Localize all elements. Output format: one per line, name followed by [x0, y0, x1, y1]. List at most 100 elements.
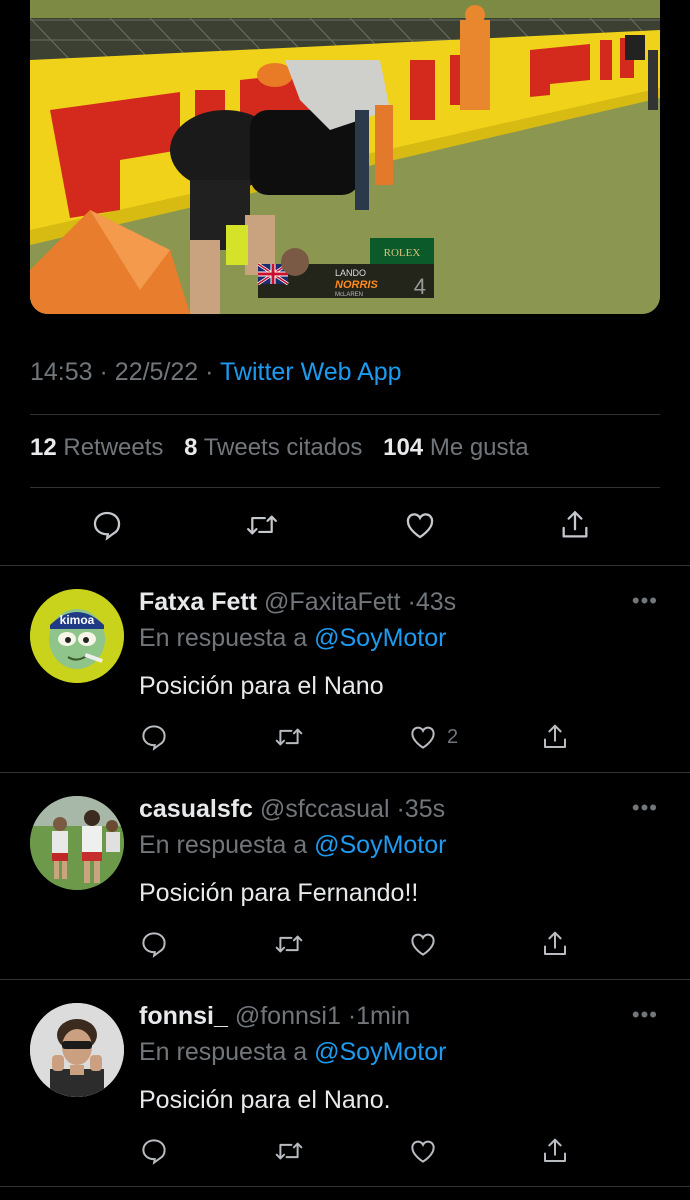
reply-icon: [142, 932, 166, 958]
reply-author-name[interactable]: fonnsi_: [139, 1002, 228, 1030]
tweet-time: 14:53: [30, 358, 93, 386]
avatar[interactable]: [30, 796, 124, 890]
retweet-icon: [275, 1142, 303, 1160]
meta-separator: ·: [396, 795, 405, 823]
heart-icon: [411, 1140, 435, 1163]
reply-button[interactable]: [139, 1133, 169, 1169]
meta-separator: ·: [205, 358, 220, 386]
share-icon: [544, 931, 566, 955]
share-icon: [544, 1138, 566, 1162]
retweet-icon: [275, 935, 303, 953]
more-options-icon[interactable]: •••: [632, 588, 658, 614]
reply-text: Posición para el Nano.: [139, 1086, 391, 1114]
reply-icon: [93, 511, 121, 541]
like-button[interactable]: [407, 926, 439, 962]
share-icon: [544, 724, 566, 748]
driver-team: McLAREN: [335, 292, 363, 298]
divider: [30, 414, 660, 415]
reply-header: fonnsi_ @fonnsi1 ·1min: [139, 1002, 410, 1031]
divider: [0, 1186, 690, 1187]
tweet-media-image[interactable]: ROLEX LANDO NORRIS McLAREN 4: [30, 0, 660, 314]
replying-to: En respuesta a @SoyMotor: [139, 624, 447, 653]
rolex-text: ROLEX: [384, 247, 421, 259]
reply-actions: [139, 926, 579, 962]
reply-author-handle[interactable]: @fonnsi1: [235, 1002, 341, 1030]
likes-stat[interactable]: 104 Me gusta: [383, 434, 528, 461]
avatar-football-photo: [30, 796, 124, 890]
quotes-stat[interactable]: 8 Tweets citados: [184, 434, 376, 461]
more-options-icon[interactable]: •••: [632, 1002, 658, 1028]
reply-time: 43s: [415, 588, 457, 616]
tweet-actions: [30, 508, 660, 552]
share-icon: [562, 511, 588, 538]
meta-separator: ·: [407, 588, 416, 616]
reply-author-handle[interactable]: @sfccasual: [260, 795, 390, 823]
share-button[interactable]: [540, 1133, 570, 1169]
retweets-stat[interactable]: 12 Retweets: [30, 434, 177, 461]
retweet-button[interactable]: [244, 508, 288, 552]
reply-tweet[interactable]: fonnsi_ @fonnsi1 ·1min ••• En respuesta …: [0, 986, 690, 1186]
divider: [30, 487, 660, 488]
reply-icon: [142, 1139, 166, 1165]
more-options-icon[interactable]: •••: [632, 795, 658, 821]
tweet-source-link[interactable]: Twitter Web App: [220, 358, 402, 386]
reply-tweet[interactable]: casualsfc @sfccasual ·35s ••• En respues…: [0, 779, 690, 979]
share-button[interactable]: [558, 508, 602, 552]
replying-to-label: En respuesta a: [139, 624, 308, 652]
tweet-date: 22/5/22: [114, 358, 199, 386]
replying-to-mention[interactable]: @SoyMotor: [314, 831, 446, 859]
replying-to: En respuesta a @SoyMotor: [139, 1038, 447, 1067]
share-button[interactable]: [540, 926, 570, 962]
retweet-button[interactable]: [273, 719, 305, 755]
divider: [0, 772, 690, 773]
reply-text: Posición para el Nano: [139, 672, 384, 700]
reply-button[interactable]: [139, 719, 169, 755]
avatar-cap-text: kimoa: [60, 613, 95, 627]
retweet-icon: [247, 515, 277, 535]
retweet-button[interactable]: [273, 926, 305, 962]
like-button[interactable]: [407, 1133, 439, 1169]
reply-time: 1min: [356, 1002, 411, 1030]
retweet-button[interactable]: [273, 1133, 305, 1169]
like-button[interactable]: 2: [407, 719, 458, 755]
avatar[interactable]: [30, 1003, 124, 1097]
reply-button[interactable]: [90, 508, 134, 552]
reply-tweet[interactable]: kimoa Fatxa Fett @FaxitaFett ·43s ••• En…: [0, 572, 690, 772]
reply-icon: [142, 725, 166, 751]
reply-actions: 2: [139, 719, 579, 755]
divider: [0, 565, 690, 566]
like-button[interactable]: [402, 508, 446, 552]
reply-time: 35s: [404, 795, 446, 823]
reply-actions: [139, 1133, 579, 1169]
reply-header: casualsfc @sfccasual ·35s: [139, 795, 445, 824]
reply-author-name[interactable]: Fatxa Fett: [139, 588, 257, 616]
avatar-person-photo: [30, 1003, 124, 1097]
reply-header: Fatxa Fett @FaxitaFett ·43s: [139, 588, 456, 617]
media-illustration: ROLEX LANDO NORRIS McLAREN 4: [30, 0, 660, 314]
replying-to-mention[interactable]: @SoyMotor: [314, 1038, 446, 1066]
reply-author-handle[interactable]: @FaxitaFett: [264, 588, 401, 616]
retweet-icon: [275, 728, 303, 746]
tweet-timestamp: 14:53 · 22/5/22 · Twitter Web App: [30, 358, 402, 387]
reply-author-name[interactable]: casualsfc: [139, 795, 253, 823]
replying-to: En respuesta a @SoyMotor: [139, 831, 447, 860]
driver-number: 4: [414, 274, 426, 299]
driver-first-name: LANDO: [335, 268, 366, 278]
divider: [0, 979, 690, 980]
share-button[interactable]: [540, 719, 570, 755]
avatar[interactable]: kimoa: [30, 589, 124, 683]
avatar-kimoa-image: kimoa: [30, 589, 124, 683]
meta-separator: ·: [347, 1002, 357, 1030]
replying-to-label: En respuesta a: [139, 831, 308, 859]
replying-to-mention[interactable]: @SoyMotor: [314, 624, 446, 652]
heart-icon: [411, 726, 435, 749]
meta-separator: ·: [99, 358, 115, 386]
heart-icon: [406, 513, 434, 539]
replying-to-label: En respuesta a: [139, 1038, 308, 1066]
tweet-stats: 12 Retweets 8 Tweets citados 104 Me gust…: [30, 434, 529, 462]
heart-icon: [411, 933, 435, 956]
like-count: 2: [447, 725, 459, 748]
driver-last-name: NORRIS: [335, 279, 378, 291]
reply-button[interactable]: [139, 926, 169, 962]
reply-text: Posición para Fernando!!: [139, 879, 419, 907]
